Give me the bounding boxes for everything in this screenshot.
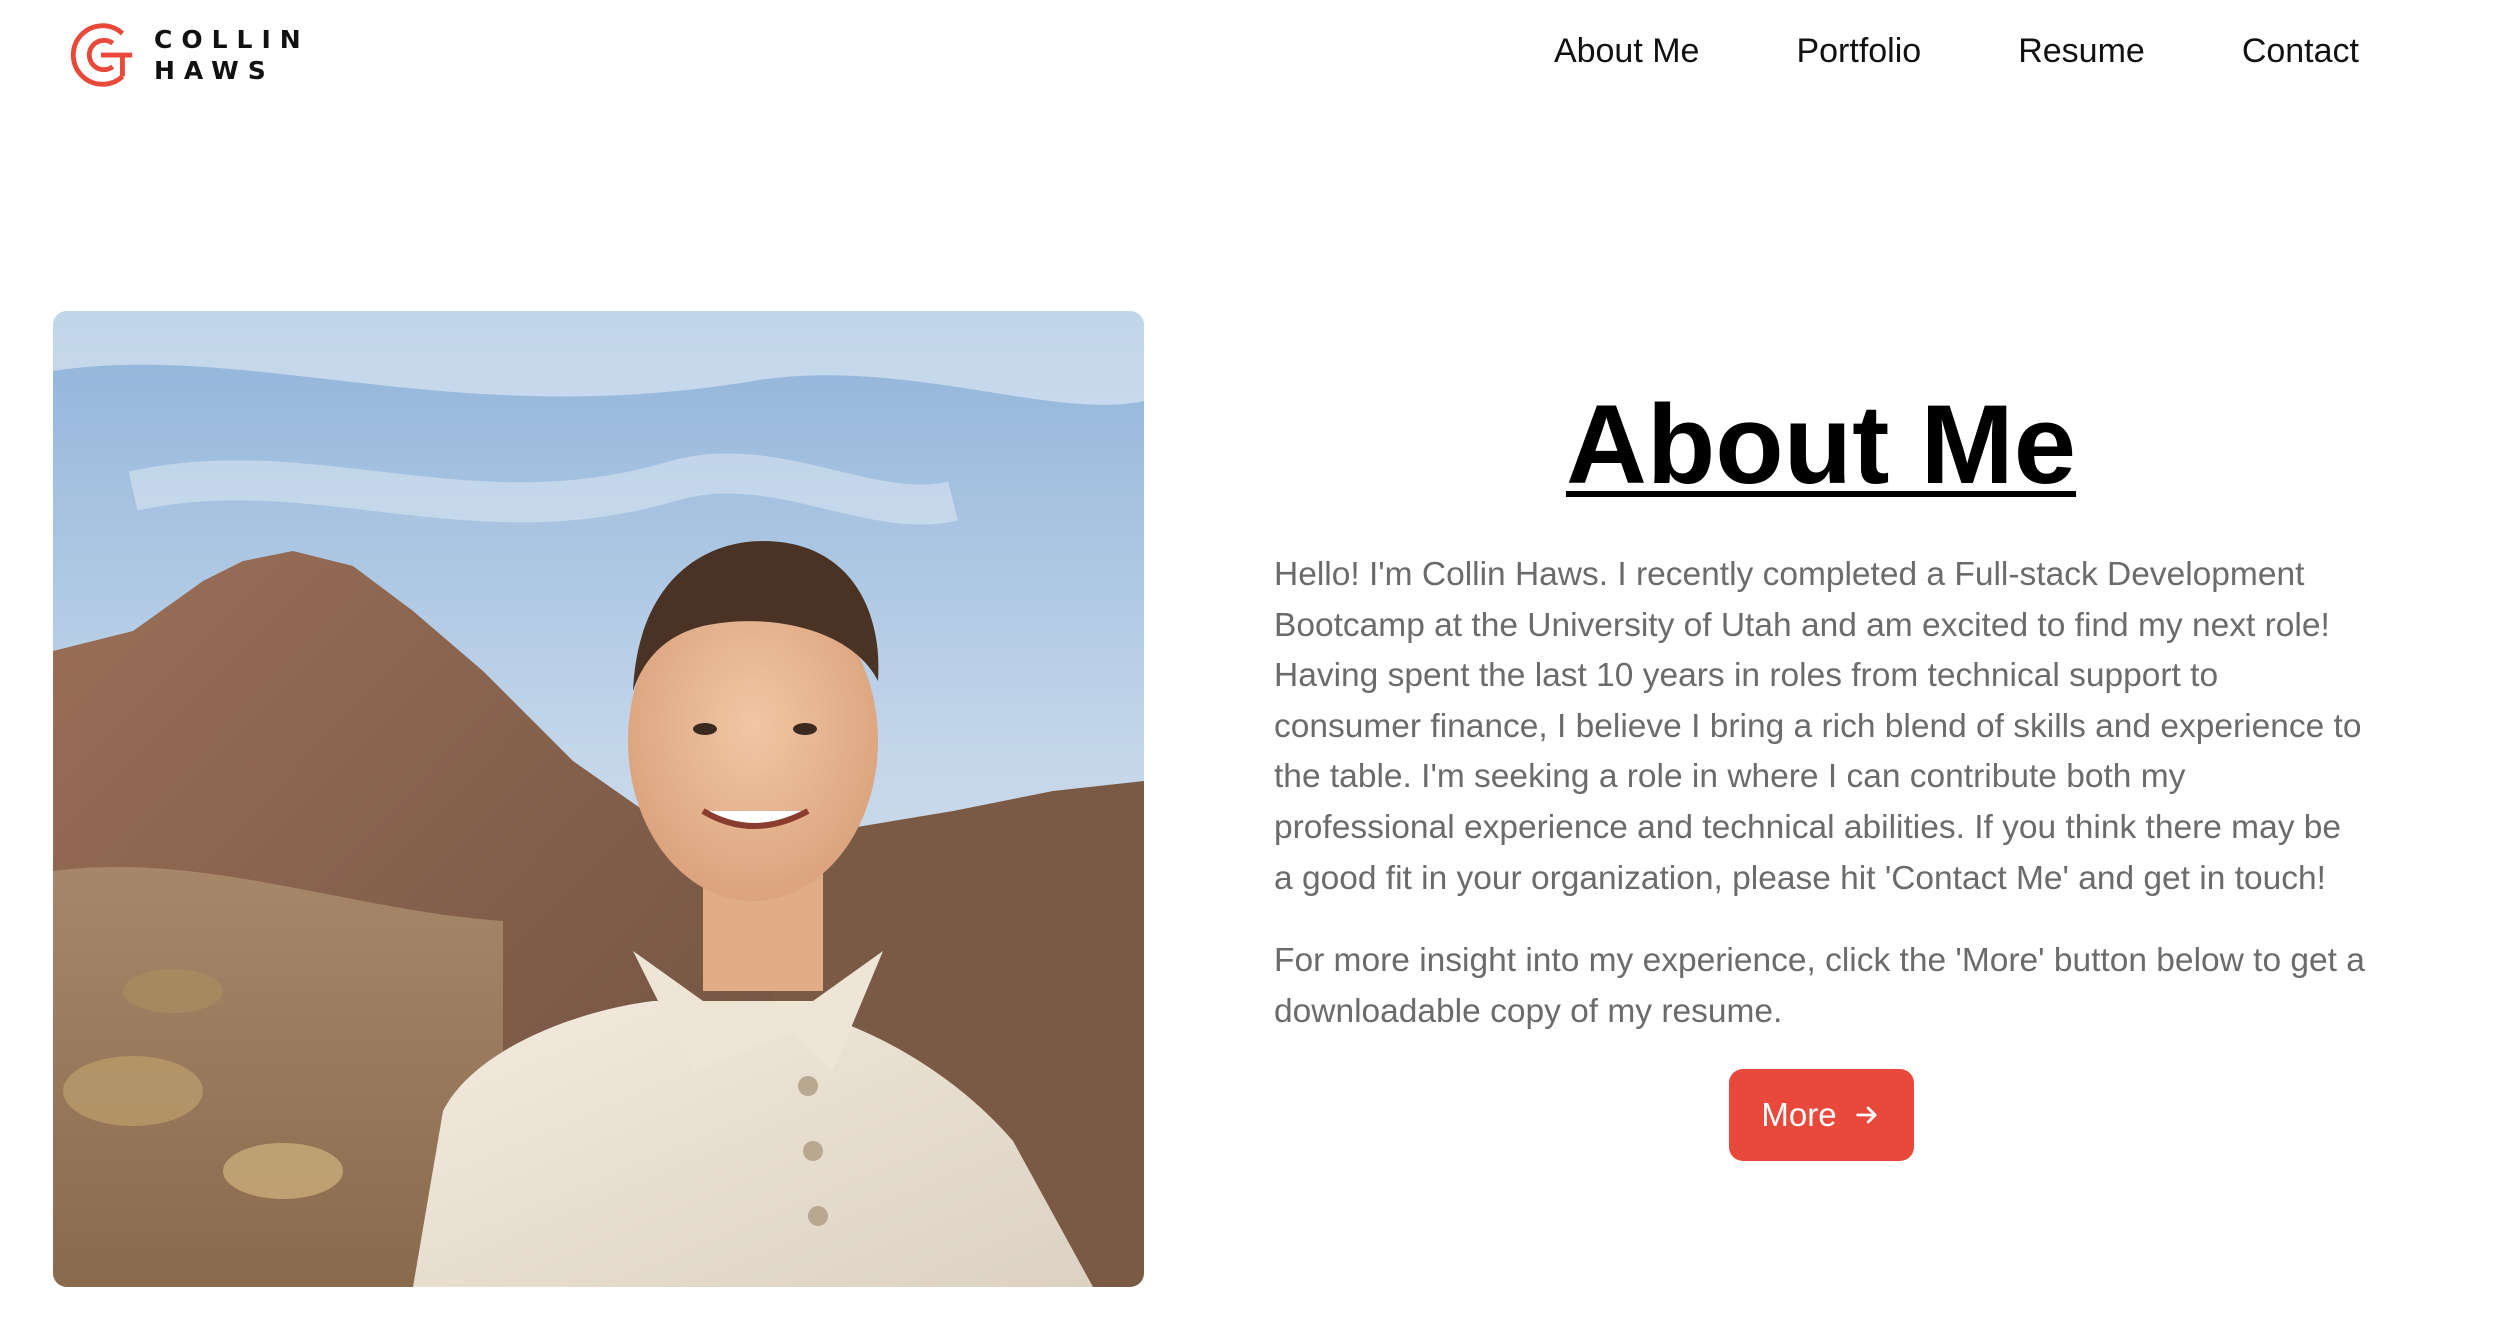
nav-portfolio[interactable]: Portfolio — [1796, 28, 1921, 74]
nav-about-me[interactable]: About Me — [1554, 28, 1700, 74]
about-paragraph-2: For more insight into my experience, cli… — [1274, 942, 2365, 1030]
more-button-label: More — [1761, 1096, 1837, 1134]
logo-name-line1: COLLIN — [154, 25, 310, 54]
more-button[interactable]: More — [1728, 1069, 1914, 1162]
logo-link[interactable]: COLLIN HAWS — [62, 16, 310, 94]
arrow-right-icon — [1855, 1106, 1877, 1124]
portrait-photo — [53, 311, 1144, 1287]
more-button-wrapper: More — [1274, 1069, 2368, 1162]
logo-text: COLLIN HAWS — [154, 24, 310, 86]
portrait-image — [53, 311, 1144, 1287]
main-nav: About Me Portfolio Resume Contact — [1554, 28, 2359, 74]
nav-resume[interactable]: Resume — [2018, 28, 2145, 74]
about-section: About Me Hello! I'm Collin Haws. I recen… — [1274, 380, 2368, 1162]
site-header: COLLIN HAWS About Me Portfolio Resume Co… — [0, 0, 2520, 110]
nav-contact[interactable]: Contact — [2242, 28, 2359, 74]
logo-icon — [70, 23, 133, 87]
about-title: About Me — [1565, 382, 2077, 507]
about-paragraph-1: Hello! I'm Collin Haws. I recently compl… — [1274, 556, 2362, 897]
logo-name-line2: HAWS — [154, 56, 275, 85]
